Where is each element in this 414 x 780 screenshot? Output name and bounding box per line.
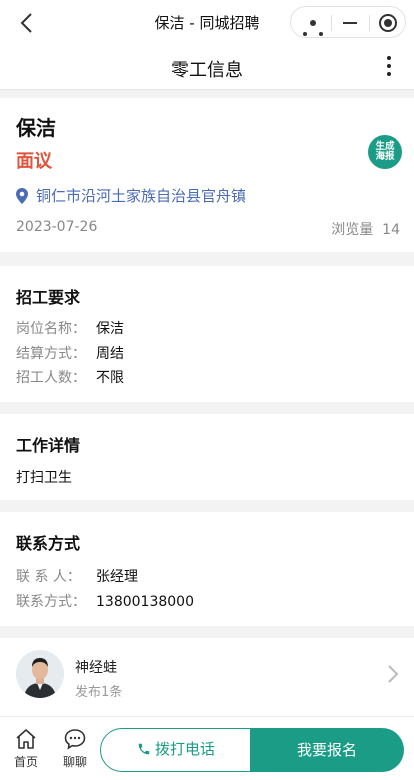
section-title: 联系方式 bbox=[16, 534, 81, 553]
tab-chat[interactable]: 聊聊 bbox=[55, 727, 95, 770]
job-summary-card: 保洁 面议 生成海报 铜仁市沿河土家族自治县官舟镇 2023-07-26 浏览量… bbox=[0, 98, 414, 252]
row-value: 张经理 bbox=[96, 569, 138, 585]
bottom-action-bar: 首页 聊聊 拨打电话 我要报名 bbox=[0, 716, 414, 780]
more-vertical-icon[interactable] bbox=[386, 56, 392, 78]
call-button[interactable]: 拨打电话 bbox=[100, 728, 252, 772]
view-count: 浏览量 14 bbox=[331, 219, 400, 239]
contact-row: 联系方式： 13800138000 bbox=[16, 591, 194, 611]
avatar[interactable] bbox=[16, 650, 64, 698]
top-bar: 保洁 - 同城招聘 bbox=[0, 0, 414, 44]
apply-button[interactable]: 我要报名 bbox=[250, 728, 404, 772]
job-title: 保洁 bbox=[16, 116, 56, 140]
phone-icon bbox=[138, 743, 150, 755]
publisher-post-count: 发布1条 bbox=[75, 685, 123, 700]
row-value: 不限 bbox=[96, 370, 124, 386]
close-record-icon[interactable] bbox=[379, 14, 397, 32]
apply-button-label: 我要报名 bbox=[296, 741, 357, 759]
post-date: 2023-07-26 bbox=[16, 219, 98, 235]
row-label: 联 系 人： bbox=[16, 569, 81, 585]
call-button-label: 拨打电话 bbox=[154, 740, 215, 758]
chevron-right-icon bbox=[388, 665, 399, 683]
generate-poster-button[interactable]: 生成海报 bbox=[368, 135, 402, 169]
row-value: 周结 bbox=[96, 346, 124, 362]
row-label: 岗位名称： bbox=[16, 321, 86, 337]
requirement-row: 岗位名称： 保洁 bbox=[16, 318, 124, 338]
row-label: 结算方式： bbox=[16, 346, 86, 362]
location-pin-icon bbox=[16, 188, 28, 204]
row-value: 保洁 bbox=[96, 321, 124, 337]
row-value[interactable]: 13800138000 bbox=[96, 594, 194, 610]
job-location[interactable]: 铜仁市沿河土家族自治县官舟镇 bbox=[36, 185, 246, 206]
contact-row: 联 系 人： 张经理 bbox=[16, 566, 138, 586]
generate-poster-label: 生成海报 bbox=[375, 141, 395, 162]
tab-chat-label: 聊聊 bbox=[62, 755, 87, 769]
section-title: 工作详情 bbox=[16, 436, 81, 455]
minimize-icon[interactable] bbox=[343, 22, 357, 24]
person-avatar-icon bbox=[16, 650, 64, 698]
requirements-card: 招工要求 岗位名称： 保洁 结算方式： 周结 招工人数： 不限 bbox=[0, 266, 414, 402]
work-details-card: 工作详情 打扫卫生 bbox=[0, 414, 414, 500]
home-icon bbox=[16, 729, 36, 749]
nav-bar: 零工信息 bbox=[0, 44, 414, 90]
requirement-row: 结算方式： 周结 bbox=[16, 343, 124, 363]
salary: 面议 bbox=[16, 151, 52, 172]
views-label: 浏览量 bbox=[331, 222, 374, 238]
row-label: 招工人数： bbox=[16, 370, 86, 386]
contact-card: 联系方式 联 系 人： 张经理 联系方式： 13800138000 bbox=[0, 512, 414, 626]
publisher-name: 神经蛙 bbox=[75, 660, 117, 676]
page-title: 零工信息 bbox=[171, 60, 243, 81]
row-label: 联系方式： bbox=[16, 594, 86, 610]
details-text: 打扫卫生 bbox=[16, 470, 72, 486]
tab-home[interactable]: 首页 bbox=[6, 727, 46, 770]
capsule-divider bbox=[369, 15, 370, 31]
publisher-card[interactable]: 神经蛙 发布1条 bbox=[0, 638, 414, 716]
capsule-divider bbox=[331, 15, 332, 31]
views-value: 14 bbox=[382, 222, 400, 238]
section-title: 招工要求 bbox=[16, 288, 81, 307]
capsule-menu bbox=[290, 6, 406, 38]
requirement-row: 招工人数： 不限 bbox=[16, 367, 124, 387]
tab-home-label: 首页 bbox=[13, 755, 38, 769]
more-dots-icon[interactable] bbox=[303, 20, 326, 40]
chat-bubble-icon bbox=[64, 729, 86, 750]
